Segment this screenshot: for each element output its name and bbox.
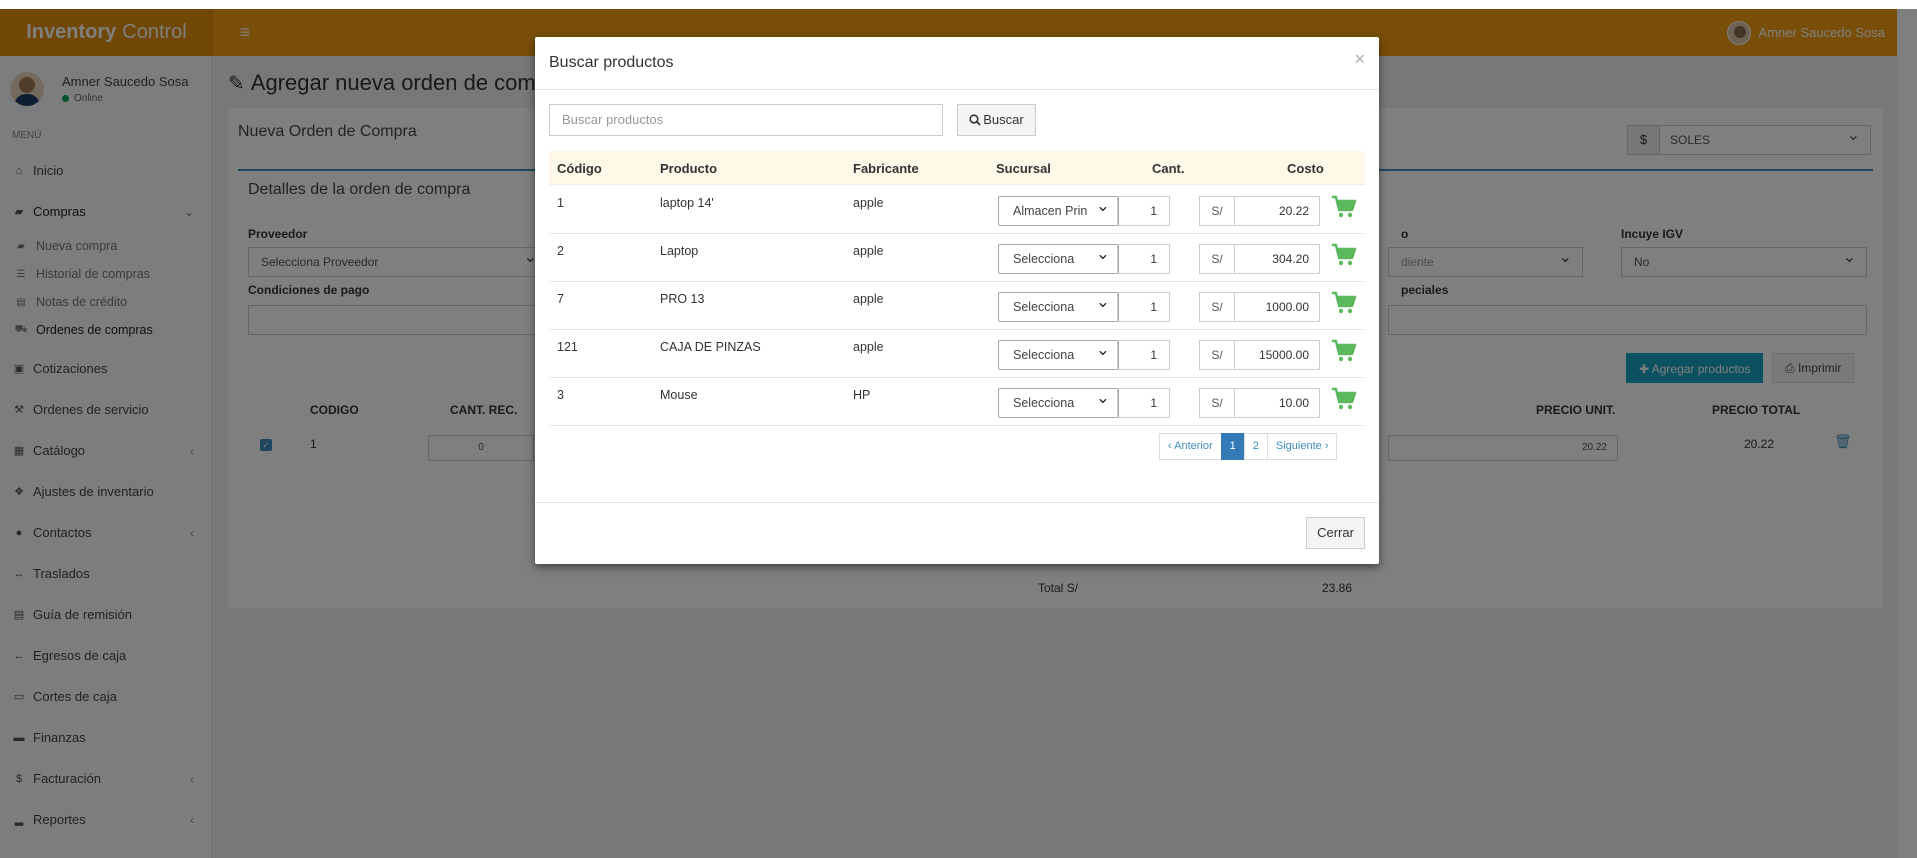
th-sucursal: Sucursal — [996, 161, 1051, 176]
cell-fabricante: HP — [853, 388, 871, 402]
cell-producto: laptop 14' — [660, 196, 714, 210]
pagination-prev[interactable]: ‹ Anterior — [1159, 433, 1222, 460]
modal-title: Buscar productos — [549, 54, 674, 71]
cost-input[interactable]: 304.20 — [1234, 244, 1320, 274]
close-icon[interactable]: × — [1354, 49, 1365, 70]
cell-codigo: 7 — [557, 292, 564, 306]
pagination: ‹ Anterior 1 2 Siguiente › — [1159, 433, 1338, 461]
currency-prefix: S/ — [1199, 244, 1235, 274]
search-button[interactable]: Buscar — [957, 104, 1036, 136]
cell-producto: Laptop — [660, 244, 699, 258]
cost-input[interactable]: 15000.00 — [1234, 340, 1320, 370]
currency-prefix: S/ — [1199, 292, 1235, 322]
pagination-page-1[interactable]: 1 — [1220, 433, 1245, 460]
quantity-input[interactable]: 1 — [1117, 388, 1170, 418]
table-row: 1laptop 14'appleAlmacen Prin1S/20.22 — [549, 186, 1365, 234]
search-input[interactable]: Buscar productos — [549, 104, 943, 136]
currency-prefix: S/ — [1199, 388, 1235, 418]
cost-input[interactable]: 20.22 — [1234, 196, 1320, 226]
search-icon — [969, 114, 981, 126]
th-fabricante: Fabricante — [853, 161, 919, 176]
search-button-label: Buscar — [983, 112, 1024, 127]
cell-codigo: 1 — [557, 196, 564, 210]
add-to-cart-icon[interactable] — [1331, 339, 1357, 363]
browser-top-strip — [0, 0, 1917, 9]
quantity-input[interactable]: 1 — [1117, 196, 1170, 226]
cell-fabricante: apple — [853, 196, 884, 210]
cell-producto: PRO 13 — [660, 292, 705, 306]
cell-producto: CAJA DE PINZAS — [660, 340, 761, 354]
pagination-next[interactable]: Siguiente › — [1266, 433, 1338, 460]
pagination-page-2[interactable]: 2 — [1243, 433, 1268, 460]
cost-input[interactable]: 10.00 — [1234, 388, 1320, 418]
sucursal-select[interactable]: Almacen Prin — [998, 192, 1119, 226]
table-row: 2 Laptop apple Selecciona1 S/304.20 — [549, 234, 1365, 282]
quantity-input[interactable]: 1 — [1117, 292, 1170, 322]
cell-fabricante: apple — [853, 292, 884, 306]
table-row: 7 PRO 13 apple Selecciona1 S/1000.00 — [549, 282, 1365, 330]
th-producto: Producto — [660, 161, 718, 176]
modal-header: Buscar productos × — [535, 37, 1379, 90]
th-codigo: Código — [557, 161, 602, 176]
sucursal-select[interactable]: Selecciona — [998, 384, 1119, 418]
cell-codigo: 3 — [557, 388, 564, 402]
th-costo: Costo — [1287, 161, 1324, 176]
table-row: 121 CAJA DE PINZAS apple Selecciona1 S/15000… — [549, 330, 1365, 378]
quantity-input[interactable]: 1 — [1117, 244, 1170, 274]
sucursal-select[interactable]: Selecciona — [998, 240, 1119, 274]
add-to-cart-icon[interactable] — [1331, 387, 1357, 411]
cell-fabricante: apple — [853, 244, 884, 258]
cell-fabricante: apple — [853, 340, 884, 354]
quantity-input[interactable]: 1 — [1117, 340, 1170, 370]
add-to-cart-icon[interactable] — [1331, 195, 1357, 219]
search-products-modal: Buscar productos × Buscar productos Busc… — [535, 37, 1379, 564]
modal-footer: Cerrar — [535, 502, 1379, 564]
close-button[interactable]: Cerrar — [1306, 517, 1365, 549]
add-to-cart-icon[interactable] — [1331, 291, 1357, 315]
sucursal-select[interactable]: Selecciona — [998, 336, 1119, 370]
products-table-header: Código Producto Fabricante Sucursal Cant… — [549, 151, 1365, 185]
add-to-cart-icon[interactable] — [1331, 243, 1357, 267]
sucursal-select[interactable]: Selecciona — [998, 288, 1119, 322]
th-cant: Cant. — [1152, 161, 1185, 176]
cost-input[interactable]: 1000.00 — [1234, 292, 1320, 322]
cell-producto: Mouse — [660, 388, 698, 402]
currency-prefix: S/ — [1199, 196, 1235, 226]
cell-codigo: 121 — [557, 340, 578, 354]
currency-prefix: S/ — [1199, 340, 1235, 370]
table-row: 3 Mouse HP Selecciona1 S/10.00 — [549, 378, 1365, 426]
cell-codigo: 2 — [557, 244, 564, 258]
